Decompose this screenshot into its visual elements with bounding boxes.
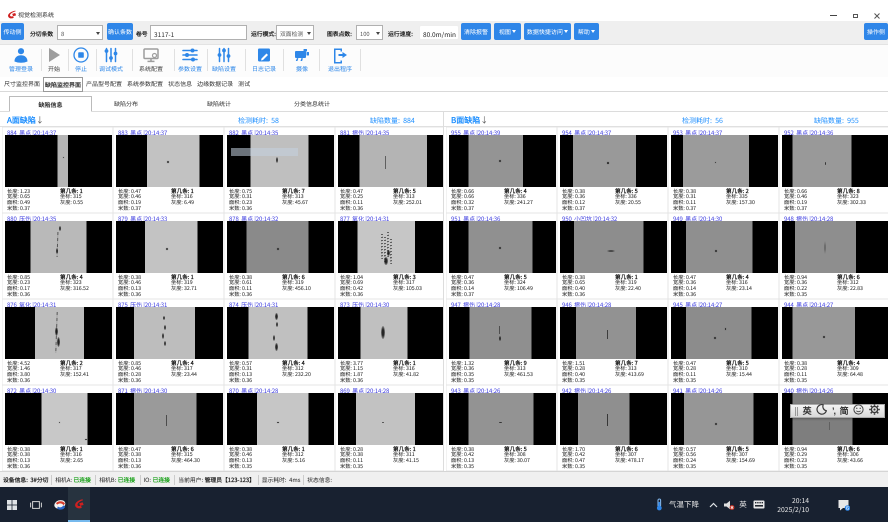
svg-text:6: 6: [845, 506, 848, 511]
